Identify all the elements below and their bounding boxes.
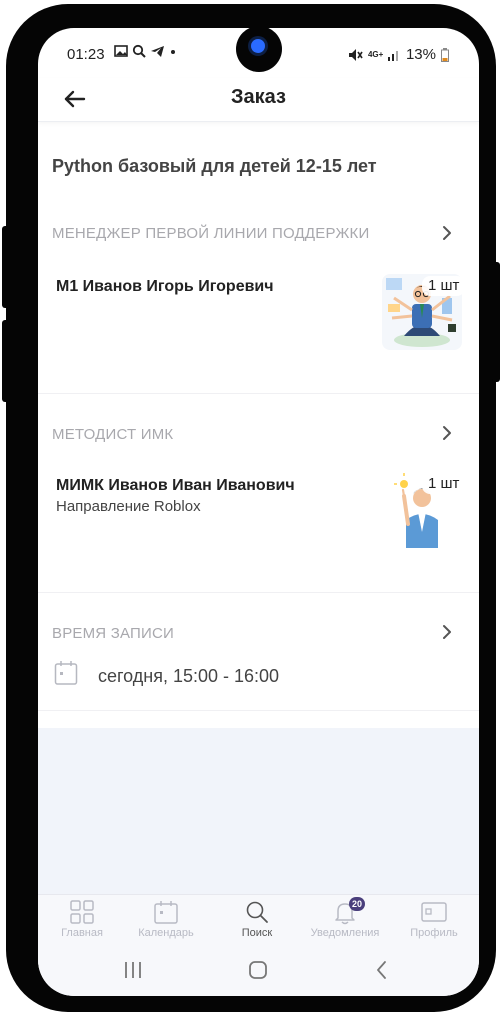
volume-button xyxy=(2,226,10,308)
bottom-navigation: Главная Календарь Поиск 20 Уведомления П… xyxy=(38,894,479,944)
nav-item-profile[interactable]: Профиль xyxy=(390,899,478,945)
methodist-direction: Направление Roblox xyxy=(56,498,201,515)
methodist-quantity-badge: 1 шт xyxy=(422,474,466,494)
nav-item-search[interactable]: Поиск xyxy=(213,899,301,945)
notification-count-badge: 20 xyxy=(349,897,366,911)
nav-item-calendar[interactable]: Календарь xyxy=(122,899,210,945)
network-type: 4G+ xyxy=(367,49,384,59)
grid-icon xyxy=(70,900,94,924)
status-system-icons: 4G+ 13% xyxy=(348,46,449,63)
system-navigation-bar xyxy=(38,944,479,996)
screen: 01:23 4G+ 13% Заказ Python базовый для д… xyxy=(38,28,479,996)
empty-background-area xyxy=(38,728,479,894)
status-notification-icons xyxy=(114,44,177,58)
course-title: Python базовый для детей 12-15 лет xyxy=(52,156,377,176)
signal-icon xyxy=(387,50,398,61)
chevron-right-icon[interactable] xyxy=(439,224,455,242)
nav-label-calendar: Календарь xyxy=(138,927,194,939)
status-bar: 01:23 4G+ 13% xyxy=(38,28,479,78)
nav-label-notifications: Уведомления xyxy=(310,927,380,939)
divider xyxy=(38,710,479,711)
nav-item-home[interactable]: Главная xyxy=(38,899,126,945)
back-icon[interactable] xyxy=(370,958,394,982)
appointment-time: сегодня, 15:00 - 16:00 xyxy=(98,666,280,686)
app-bar: Заказ xyxy=(38,78,479,122)
section-header-methodist: МЕТОДИСТ ИМК xyxy=(52,426,174,443)
nav-label-search: Поиск xyxy=(241,927,273,939)
section-header-time: ВРЕМЯ ЗАПИСИ xyxy=(52,625,174,642)
search-icon xyxy=(246,901,268,923)
power-button xyxy=(492,262,500,382)
telegram-icon xyxy=(151,45,164,57)
section-header-manager: МЕНЕДЖЕР ПЕРВОЙ ЛИНИИ ПОДДЕРЖКИ xyxy=(52,225,370,242)
chevron-right-icon[interactable] xyxy=(439,424,455,442)
front-camera xyxy=(236,28,282,72)
battery-percent: 13% xyxy=(405,46,436,63)
calendar-icon xyxy=(54,661,78,685)
phone-frame: 01:23 4G+ 13% Заказ Python базовый для д… xyxy=(2,4,500,1012)
nav-label-profile: Профиль xyxy=(410,927,458,939)
home-icon[interactable] xyxy=(246,958,270,982)
calendar-icon xyxy=(154,901,178,924)
gallery-icon xyxy=(114,45,128,57)
side-button xyxy=(2,320,10,402)
page-title: Заказ xyxy=(231,86,286,108)
chevron-right-icon[interactable] xyxy=(439,623,455,641)
dot-icon xyxy=(171,50,175,54)
divider xyxy=(38,592,479,593)
mute-icon xyxy=(348,48,363,61)
status-time: 01:23 xyxy=(67,46,105,63)
nav-item-notifications[interactable]: 20 Уведомления xyxy=(301,897,389,945)
profile-card-icon xyxy=(421,902,447,922)
nav-label-home: Главная xyxy=(61,927,103,939)
methodist-name: МИМК Иванов Иван Иванович xyxy=(56,477,295,494)
search-status-icon xyxy=(132,44,146,58)
divider xyxy=(38,393,479,394)
manager-name: М1 Иванов Игорь Игоревич xyxy=(56,278,274,295)
manager-quantity-badge: 1 шт xyxy=(422,276,466,296)
battery-icon xyxy=(441,47,449,62)
recent-apps-icon[interactable] xyxy=(121,958,145,982)
